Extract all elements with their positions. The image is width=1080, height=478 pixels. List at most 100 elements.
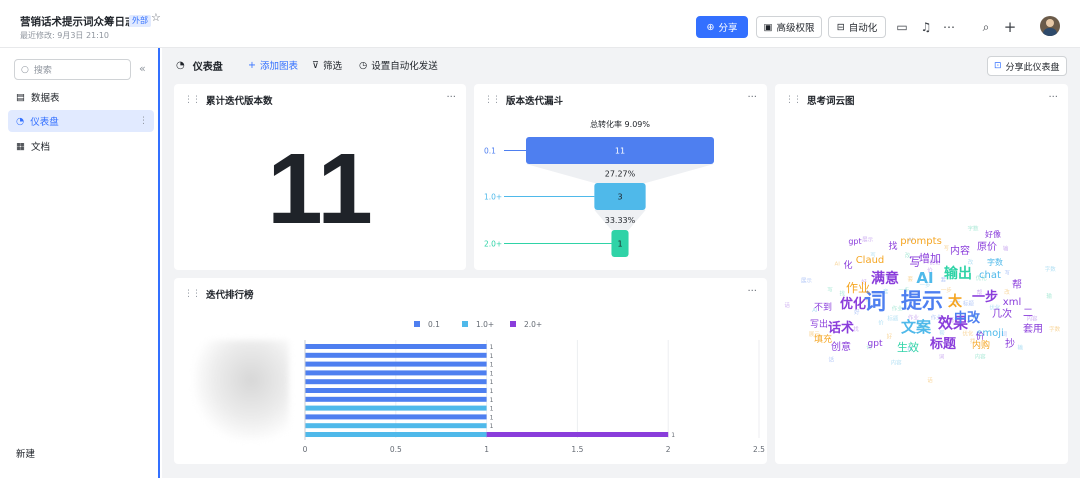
doc-title[interactable]: 营销话术提示词众筹日志 [20,14,136,29]
word-cloud-word: 字数 [987,257,1003,267]
ranking-card[interactable]: ⋮⋮ 迭代排行榜 ··· 0.1 1.0+ 2.0+ 0 0.5 1 1.5 2 2.5 1 1 1 1… [174,278,767,464]
clock-icon: ◷ [359,59,368,71]
collapse-icon[interactable]: « [139,62,146,75]
bar [305,423,487,429]
bar-value-label: 1 [490,423,494,430]
legend-swatch [414,321,420,327]
search-icon: ○ [21,64,29,75]
word-cloud-word: 找 [888,240,897,252]
word-cloud-filler: 输 [1017,343,1023,351]
word-cloud-filler: 字数 [1049,325,1061,333]
word-cloud-word: 二 [1023,308,1033,319]
word-cloud-filler: 找 [853,325,859,333]
dashboard-area: ◔ 仪表盘 + 添加图表 ⊽ 筛选 ◷ 设置自动化发送 ⊡ 分享此仪表盘 ⋮⋮ … [162,48,1080,478]
word-cloud-word: 满意 [871,270,899,287]
external-badge: 外部 [129,15,151,27]
more-icon[interactable]: ⋯ [940,18,958,36]
word-cloud-word: AI [916,269,933,287]
share-button[interactable]: ⊕ 分享 [696,16,748,38]
legend-label: 1.0+ [476,320,494,329]
word-cloud-word: gpt [848,237,861,246]
share-dashboard-button[interactable]: ⊡ 分享此仪表盘 [987,56,1067,76]
word-cloud-word: 作业 [846,281,870,295]
word-cloud-word: Claud [856,255,885,266]
table-icon: ▤ [16,91,25,103]
x-tick-label: 0 [303,445,308,454]
bell-icon[interactable]: ♫ [917,18,935,36]
bar [305,370,487,376]
legend-swatch [462,321,468,327]
word-cloud-filler: 好 [887,332,893,340]
word-cloud-filler: AI [835,261,841,267]
auto-send-button[interactable]: ◷ 设置自动化发送 [359,58,438,73]
bar [305,432,487,437]
more-icon[interactable]: ··· [446,92,456,103]
total-versions-card[interactable]: ⋮⋮ 累计迭代版本数 ··· 11 [174,84,466,270]
word-cloud-word: 抄 [1005,337,1015,350]
bar-value-label: 1 [490,362,494,369]
search-icon[interactable]: ⌕ [977,18,995,36]
ranking-bar-chart: 0.1 1.0+ 2.0+0 0.5 1 1.5 2 2.511111111111 [303,320,766,454]
word-cloud-word: 优化 [840,296,866,312]
lock-icon: ⊡ [994,61,1002,71]
bar [305,396,487,402]
more-vertical-icon[interactable]: ⋮ [139,116,148,126]
word-cloud-word: prompts [900,236,942,247]
add-chart-button[interactable]: + 添加图表 [248,58,298,73]
x-tick-label: 1 [484,445,489,454]
word-cloud-filler: 展示 [862,236,874,243]
drag-handle-icon[interactable]: ⋮⋮ [184,95,201,105]
presentation-icon[interactable]: ▭ [893,18,911,36]
permission-icon: ▣ [763,21,773,33]
funnel-value-label: 1 [617,240,622,249]
bar-value-label: 1 [671,432,675,439]
word-cloud: 一步标题价优化找写内容展示字数作业套帮好改词AI输话一步标题价优化找写内容展示字… [784,225,1061,384]
new-button[interactable]: 新建 [16,446,35,460]
bar-value-label: 1 [490,388,494,395]
funnel-card[interactable]: ⋮⋮ 版本迭代漏斗 ··· 总转化率 9.09% 0.1 11 27.27% 1.0+ 3… [474,84,767,270]
bar-value-label: 1 [490,414,494,421]
sidebar-item-document[interactable]: ▦ 文档 [8,135,154,157]
word-cloud-filler: 标题 [887,315,899,323]
avatar[interactable] [1040,16,1060,36]
word-cloud-word: 输出 [944,265,972,282]
automation-button[interactable]: ⊟ 自动化 [828,16,886,38]
last-modified: 最近修改: 9月3日 21:10 [20,31,110,40]
card-title: 累计迭代版本数 [206,96,273,107]
sidebar-item-dashboard[interactable]: ◔ 仪表盘 ⋮ [8,110,154,132]
word-cloud-filler: 价 [878,320,884,327]
word-cloud-filler: 输 [1046,292,1052,300]
bar [486,432,669,437]
search-input[interactable]: ○ 搜索 [14,59,131,80]
word-cloud-filler: 写 [944,245,950,252]
word-cloud-filler: 字数 [967,225,979,233]
funnel-title: 总转化率 9.09% [590,119,650,129]
word-cloud-filler: 写 [1005,269,1011,276]
star-icon[interactable]: ☆ [151,11,161,24]
bar [305,344,487,349]
funnel-conversion-label: 33.33% [605,216,636,225]
funnel-stage-label: 0.1 [484,147,496,156]
funnel-value-label: 11 [615,147,625,156]
globe-icon: ⊕ [706,21,715,33]
wordcloud-card[interactable]: ⋮⋮ 思考词云图 ··· 一步 标题价优化找写内容 展示 字数 作业套帮好改词 AI 输话一… [775,84,1068,464]
bar-value-label: 1 [490,397,494,404]
bar [305,379,487,385]
word-cloud-word: chat [979,270,1001,281]
filter-button[interactable]: ⊽ 筛选 [312,58,342,73]
word-cloud-word: 内容 [950,244,970,257]
funnel-chart: 总转化率 9.09% 0.1 11 27.27% 1.0+ 3 33.33% 2.0+ 1 [484,119,714,257]
dashboard-toolbar: ◔ 仪表盘 + 添加图表 ⊽ 筛选 ◷ 设置自动化发送 ⊡ 分享此仪表盘 [162,48,1080,82]
robot-icon: ⊟ [836,21,845,33]
permissions-button[interactable]: ▣ 高级权限 [756,16,822,38]
funnel-stage-label: 1.0+ [484,193,502,202]
word-cloud-filler: 字数 [1045,265,1057,273]
bar-value-label: 1 [490,379,494,386]
plus-icon[interactable]: + [1001,18,1019,36]
sidebar-item-table[interactable]: ▤ 数据表 [8,86,154,108]
word-cloud-word: 中改 [954,310,981,326]
word-cloud-word: 文案 [901,318,932,336]
word-cloud-word: 生效 [897,340,919,354]
word-cloud-word: 写出 [810,318,828,330]
top-bar: 营销话术提示词众筹日志 外部 ☆ 最近修改: 9月3日 21:10 ⊕ 分享 ▣… [0,0,1080,48]
